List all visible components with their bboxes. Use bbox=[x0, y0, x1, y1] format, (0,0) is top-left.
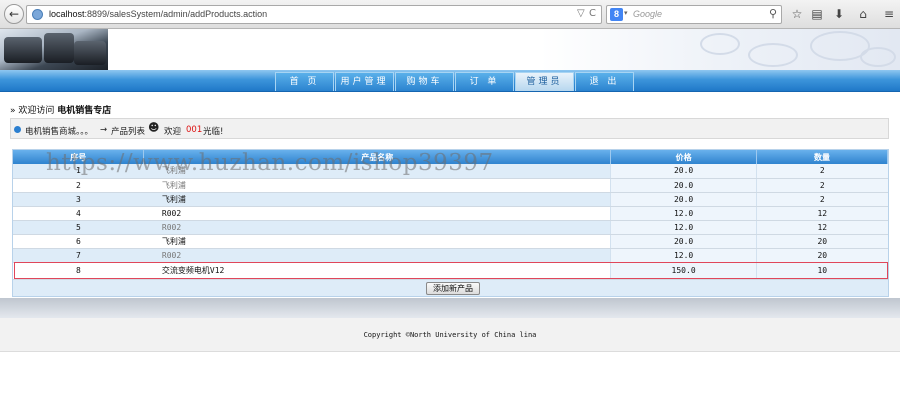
cell-name: R002 bbox=[143, 206, 611, 221]
product-table: 序号 产品名称 价格 数量 1 飞利浦 20.0 2 2 飞利浦 20.0 2 … bbox=[13, 150, 888, 280]
cell-price: 12.0 bbox=[610, 206, 757, 221]
table-row[interactable]: 5 R002 12.0 12 bbox=[13, 220, 888, 235]
user-icon: ☻ bbox=[148, 121, 160, 134]
cloud-decoration bbox=[748, 43, 798, 67]
cell-name: 飞利浦 bbox=[143, 164, 611, 179]
cell-qty: 2 bbox=[756, 178, 888, 193]
search-placeholder: Google bbox=[633, 9, 663, 19]
site-name: 电机销售专店 bbox=[57, 106, 112, 116]
nav-tab-logout[interactable]: 退 出 bbox=[575, 72, 634, 91]
back-arrow-icon[interactable]: ← bbox=[4, 4, 24, 24]
copyright-text: Copyright ©North University of China lin… bbox=[363, 331, 537, 339]
cell-name: 交流变频电机V12 bbox=[143, 262, 611, 280]
column-header-id: 序号 bbox=[13, 150, 145, 164]
table-row[interactable]: 6 飞利浦 20.0 20 bbox=[13, 234, 888, 249]
table-row-selected[interactable]: 8 交流变频电机V12 150.0 10 bbox=[13, 262, 888, 280]
cloud-decoration bbox=[860, 47, 896, 67]
cloud-decoration bbox=[700, 33, 740, 55]
cell-price: 20.0 bbox=[610, 178, 757, 193]
welcome-text: 欢迎 bbox=[164, 127, 182, 137]
cell-price: 20.0 bbox=[610, 164, 757, 179]
address-bar-text: localhost:8899/salesSystem/admin/addProd… bbox=[49, 9, 268, 19]
address-bar[interactable]: localhost:8899/salesSystem/admin/addProd… bbox=[26, 5, 602, 24]
cell-qty: 12 bbox=[756, 220, 888, 235]
nav-tab-users[interactable]: 用户管理 bbox=[335, 72, 394, 91]
nav-tab-cart[interactable]: 购物车 bbox=[395, 72, 454, 91]
cell-qty: 12 bbox=[756, 206, 888, 221]
product-list-link[interactable]: 产品列表 bbox=[111, 125, 145, 137]
cell-id: 2 bbox=[13, 178, 144, 193]
username: 001 bbox=[186, 125, 203, 135]
cell-price: 12.0 bbox=[610, 220, 757, 235]
cell-qty: 20 bbox=[756, 234, 888, 249]
cell-price: 12.0 bbox=[610, 248, 757, 263]
table-row[interactable]: 4 R002 12.0 12 bbox=[13, 206, 888, 221]
globe-icon bbox=[32, 9, 43, 20]
cell-id: 6 bbox=[13, 234, 144, 249]
browser-toolbar: ← localhost:8899/salesSystem/admin/addPr… bbox=[0, 0, 900, 29]
main-nav: 首 页 用户管理 购物车 订 单 管理员 退 出 bbox=[0, 70, 900, 92]
welcome-suffix: 光临! bbox=[203, 127, 224, 137]
cell-qty: 10 bbox=[756, 262, 888, 280]
welcome-line: » 欢迎访问 电机销售专店 bbox=[10, 106, 112, 116]
search-engine-dropdown-icon[interactable]: ▾ bbox=[624, 9, 628, 17]
cell-id: 1 bbox=[13, 164, 144, 179]
cell-qty: 20 bbox=[756, 248, 888, 263]
table-row[interactable]: 3 飞利浦 20.0 2 bbox=[13, 192, 888, 207]
cell-name: 飞利浦 bbox=[143, 178, 611, 193]
bullet-icon bbox=[14, 126, 21, 133]
cell-id: 8 bbox=[13, 262, 144, 280]
home-icon[interactable]: ⌂ bbox=[854, 5, 872, 23]
header-motor-image bbox=[0, 29, 108, 70]
nav-tab-admin[interactable]: 管理员 bbox=[515, 72, 574, 91]
cell-name: R002 bbox=[143, 248, 611, 263]
cell-qty: 2 bbox=[756, 192, 888, 207]
store-link[interactable]: 电机销售商城。。。 bbox=[25, 125, 93, 137]
footer-divider bbox=[0, 298, 900, 318]
dropdown-arrow-icon[interactable]: ▽ bbox=[577, 8, 585, 19]
table-header-row: 序号 产品名称 价格 数量 bbox=[13, 150, 888, 164]
google-icon: 8 bbox=[610, 8, 623, 21]
cell-price: 20.0 bbox=[610, 192, 757, 207]
add-product-button[interactable]: 添加新产品 bbox=[426, 282, 480, 295]
cell-name: 飞利浦 bbox=[143, 192, 611, 207]
cell-price: 150.0 bbox=[610, 262, 757, 280]
cell-name: R002 bbox=[143, 220, 611, 235]
table-row[interactable]: 2 飞利浦 20.0 2 bbox=[13, 178, 888, 193]
table-row[interactable]: 7 R002 12.0 20 bbox=[13, 248, 888, 263]
cell-qty: 2 bbox=[756, 164, 888, 179]
table-row[interactable]: 1 飞利浦 20.0 2 bbox=[13, 164, 888, 179]
reload-icon[interactable]: C bbox=[589, 8, 596, 19]
cell-id: 3 bbox=[13, 192, 144, 207]
arrow-icon: → bbox=[100, 125, 108, 135]
nav-tab-home[interactable]: 首 页 bbox=[275, 72, 334, 91]
column-header-price: 价格 bbox=[610, 150, 758, 164]
cell-id: 5 bbox=[13, 220, 144, 235]
breadcrumb: 电机销售商城。。。 → 产品列表 ☻ 欢迎 001 光临! bbox=[10, 118, 889, 139]
bookmarks-list-icon[interactable]: ▤ bbox=[808, 5, 826, 23]
menu-icon[interactable]: ≡ bbox=[880, 5, 898, 23]
column-header-name: 产品名称 bbox=[143, 150, 612, 164]
nav-tab-orders[interactable]: 订 单 bbox=[455, 72, 514, 91]
double-chevron-icon: » bbox=[10, 106, 16, 116]
cell-price: 20.0 bbox=[610, 234, 757, 249]
site-header bbox=[0, 29, 900, 70]
cell-id: 7 bbox=[13, 248, 144, 263]
column-header-qty: 数量 bbox=[756, 150, 888, 164]
cell-name: 飞利浦 bbox=[143, 234, 611, 249]
search-input[interactable]: 8 ▾ Google ⚲ bbox=[606, 5, 782, 24]
cell-id: 4 bbox=[13, 206, 144, 221]
download-icon[interactable]: ⬇ bbox=[830, 5, 848, 23]
bookmark-star-icon[interactable]: ☆ bbox=[788, 5, 806, 23]
page-footer: Copyright ©North University of China lin… bbox=[0, 318, 900, 352]
product-table-panel: 序号 产品名称 价格 数量 1 飞利浦 20.0 2 2 飞利浦 20.0 2 … bbox=[12, 149, 889, 297]
search-icon[interactable]: ⚲ bbox=[769, 7, 777, 20]
